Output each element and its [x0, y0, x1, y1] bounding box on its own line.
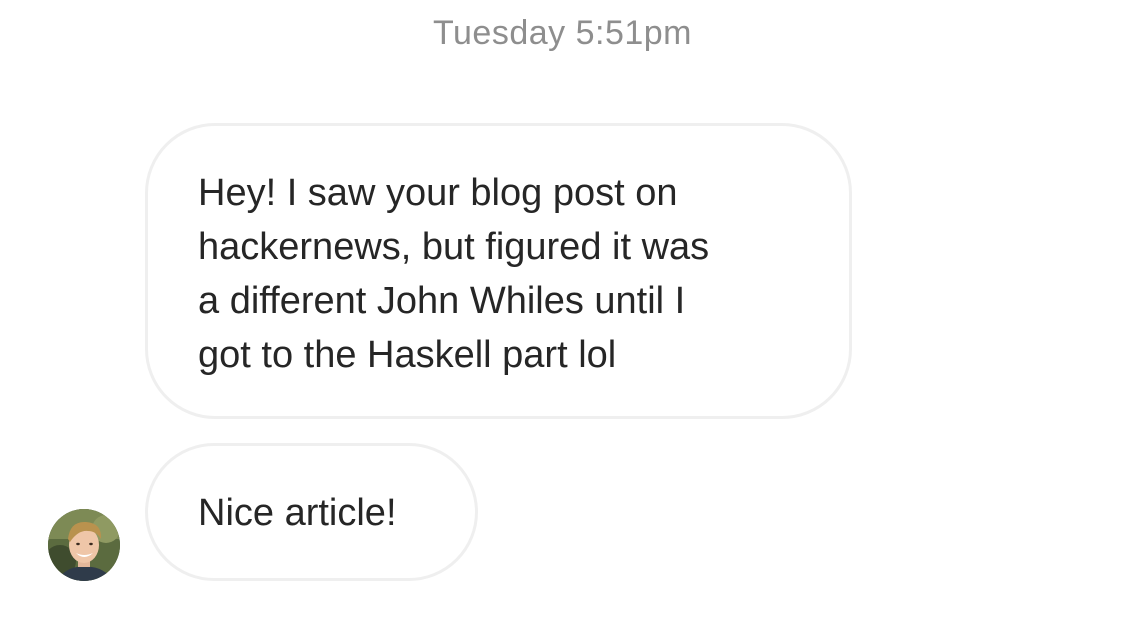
message-text-line: a different John Whiles until I [198, 280, 686, 322]
message-text-line: Hey! I saw your blog post on [198, 172, 678, 214]
message-timestamp: Tuesday 5:51pm [433, 14, 692, 52]
message-text-line: got to the Haskell part lol [198, 334, 617, 376]
message-bubble[interactable]: Nice article! [145, 443, 478, 581]
sender-avatar[interactable] [48, 509, 120, 581]
user-avatar-photo-icon [48, 509, 120, 581]
message-text-line: hackernews, but figured it was [198, 226, 710, 268]
message-text-line: Nice article! [198, 492, 397, 534]
message-bubble[interactable]: Hey! I saw your blog post on hackernews,… [145, 123, 852, 419]
